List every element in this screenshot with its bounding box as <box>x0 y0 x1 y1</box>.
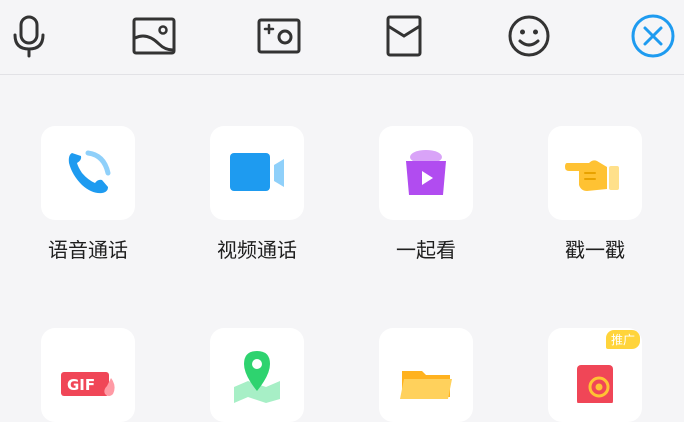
gif-icon: GIF <box>61 372 115 396</box>
phone-icon <box>68 150 111 194</box>
emoji-icon <box>508 15 550 57</box>
image-button[interactable] <box>131 13 177 59</box>
gif-tile[interactable]: GIF <box>41 328 135 422</box>
close-icon <box>631 14 675 58</box>
svg-text:GIF: GIF <box>67 376 95 394</box>
watch-together-icon <box>406 150 446 195</box>
watch-together-tile[interactable] <box>379 126 473 220</box>
close-panel-button[interactable] <box>630 13 676 59</box>
feature-label: 视频通话 <box>217 238 297 262</box>
camera-icon <box>257 18 301 54</box>
image-icon <box>132 17 176 55</box>
promo-tile[interactable]: 推广 <box>548 328 642 422</box>
video-call-tile[interactable] <box>210 126 304 220</box>
location-tile[interactable] <box>210 328 304 422</box>
feature-label: 语音通话 <box>48 238 128 262</box>
emoji-button[interactable] <box>506 13 552 59</box>
voice-input-button[interactable] <box>6 13 52 59</box>
poke-tile[interactable] <box>548 126 642 220</box>
folder-icon <box>400 371 452 399</box>
feature-label: 戳一戳 <box>565 238 625 262</box>
red-packet-button[interactable] <box>381 13 427 59</box>
promo-red-packet-icon <box>577 365 613 403</box>
feature-label: 一起看 <box>396 238 456 262</box>
microphone-icon <box>13 15 45 58</box>
voice-call-tile[interactable] <box>41 126 135 220</box>
camera-button[interactable] <box>256 13 302 59</box>
red-packet-icon <box>386 15 422 57</box>
poke-hand-icon <box>565 160 619 191</box>
input-toolbar <box>0 0 684 75</box>
video-camera-icon <box>230 153 284 191</box>
promo-badge: 推广 <box>605 330 640 349</box>
location-icon <box>234 351 280 403</box>
file-tile[interactable] <box>379 328 473 422</box>
